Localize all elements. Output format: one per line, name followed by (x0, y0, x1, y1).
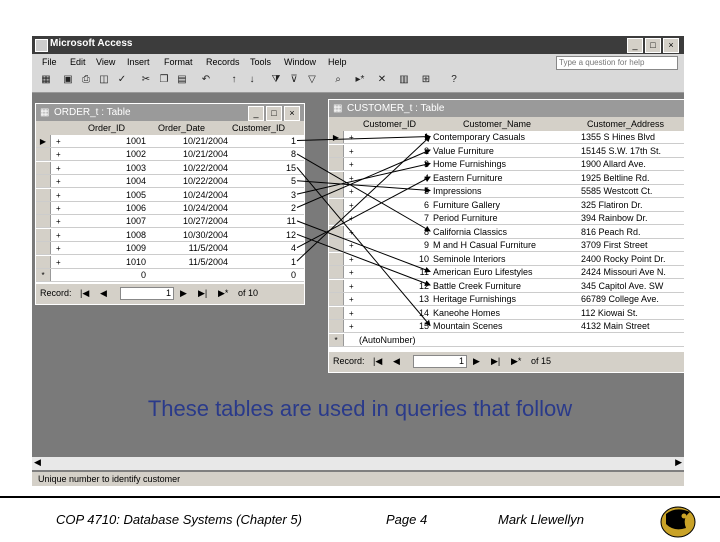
filter-form-icon[interactable]: ⊽ (288, 74, 300, 86)
relationship-arrow (296, 176, 431, 249)
find-icon[interactable]: ⌕ (332, 74, 344, 86)
preview-icon[interactable]: ◫ (98, 74, 110, 86)
menu-format[interactable]: Format (164, 57, 193, 67)
delete-record-icon[interactable]: ✕ (376, 74, 388, 86)
copy-icon[interactable]: ❐ (158, 74, 170, 86)
menu-help[interactable]: Help (328, 57, 347, 67)
menu-insert[interactable]: Insert (127, 57, 150, 67)
horizontal-scrollbar[interactable]: ◀ ▶ (32, 457, 684, 470)
save-icon[interactable]: ▣ (62, 74, 74, 86)
help-icon[interactable]: ? (448, 74, 460, 86)
menu-edit[interactable]: Edit (70, 57, 86, 67)
apply-filter-icon[interactable]: ▽ (306, 74, 318, 86)
print-icon[interactable]: ⎙ (80, 74, 92, 86)
close-button[interactable]: × (663, 38, 679, 53)
spelling-icon[interactable]: ✓ (116, 74, 128, 86)
undo-icon[interactable]: ↶ (200, 74, 212, 86)
scroll-left-icon[interactable]: ◀ (34, 457, 41, 468)
status-text: Unique number to identify customer (38, 474, 181, 484)
menu-bar: File Edit View Insert Format Records Too… (32, 54, 684, 70)
minimize-button[interactable]: _ (627, 38, 643, 53)
menu-window[interactable]: Window (284, 57, 316, 67)
scroll-right-icon[interactable]: ▶ (675, 457, 682, 468)
database-window-icon[interactable]: ▥ (398, 74, 410, 86)
new-record-icon[interactable]: ▸* (354, 74, 366, 86)
app-title: Microsoft Access (50, 38, 133, 49)
footer-author: Mark Llewellyn (498, 512, 584, 527)
sort-asc-icon[interactable]: ↑ (228, 74, 240, 86)
sort-desc-icon[interactable]: ↓ (246, 74, 258, 86)
title-bar: Microsoft Access _ □ × (32, 36, 684, 54)
slide-caption: These tables are used in queries that fo… (147, 396, 573, 421)
app-icon (35, 39, 48, 52)
help-search-box[interactable]: Type a question for help (556, 56, 678, 70)
maximize-button[interactable]: □ (645, 38, 661, 53)
menu-view[interactable]: View (96, 57, 115, 67)
relationship-arrow (296, 220, 431, 273)
filter-icon[interactable]: ⧩ (270, 74, 282, 86)
footer-course: COP 4710: Database Systems (Chapter 5) (56, 512, 302, 527)
menu-file[interactable]: File (42, 57, 57, 67)
university-logo (656, 502, 702, 540)
relationship-arrow (296, 153, 431, 232)
menu-tools[interactable]: Tools (250, 57, 271, 67)
status-bar: Unique number to identify customer (32, 472, 684, 486)
new-object-icon[interactable]: ⊞ (420, 74, 432, 86)
cut-icon[interactable]: ✂ (140, 74, 152, 86)
relationship-arrow (296, 133, 431, 141)
footer-page: Page 4 (386, 512, 428, 527)
slide-footer: COP 4710: Database Systems (Chapter 5) P… (0, 496, 720, 542)
view-icon[interactable]: ▦ (40, 74, 52, 86)
paste-icon[interactable]: ▤ (176, 74, 188, 86)
menu-records[interactable]: Records (206, 57, 240, 67)
toolbar: ▦ ▣ ⎙ ◫ ✓ ✂ ❐ ▤ ↶ ↑ ↓ ⧩ ⊽ ▽ ⌕ ▸* ✕ ▥ ⊞ ? (32, 70, 684, 93)
